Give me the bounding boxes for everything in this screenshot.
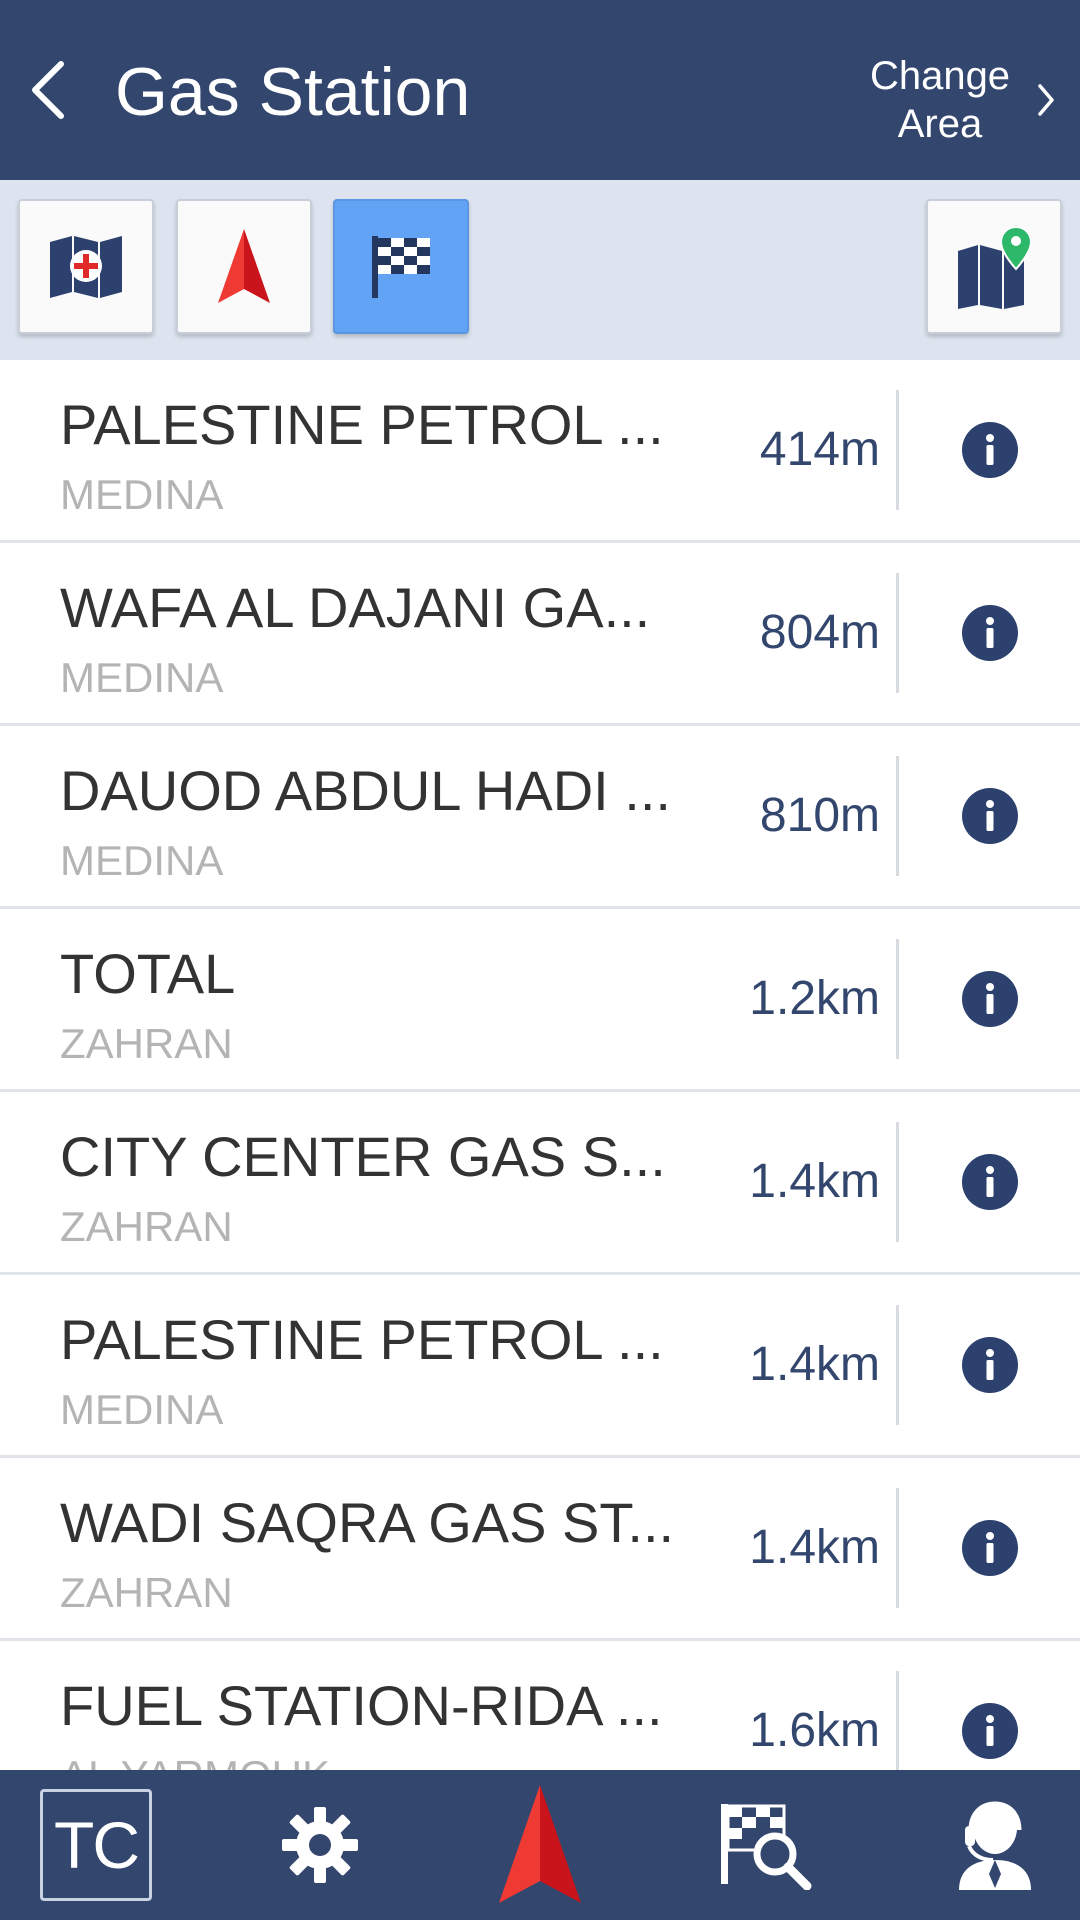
row-divider — [896, 1488, 899, 1608]
chevron-right-icon — [1038, 84, 1054, 116]
info-button[interactable] — [960, 1701, 1020, 1761]
settings-button[interactable] — [270, 1770, 370, 1920]
info-icon — [962, 1703, 1018, 1759]
info-button[interactable] — [960, 603, 1020, 663]
results-list: PALESTINE PETROL ... MEDINA 414m WAFA AL DA… — [0, 360, 1080, 1770]
navigation-arrow-icon — [218, 228, 270, 303]
station-name: PALESTINE PETROL ... — [60, 1308, 664, 1371]
list-item[interactable]: FUEL STATION-RIDA ... AL YARMOUK 1.6km — [0, 1641, 1080, 1770]
station-area: ZAHRAN — [60, 1569, 233, 1616]
checkered-flag-icon — [372, 235, 430, 298]
info-button[interactable] — [960, 969, 1020, 1029]
row-divider — [896, 939, 899, 1059]
tc-icon: TC — [40, 1789, 152, 1901]
list-item[interactable]: CITY CENTER GAS S... ZAHRAN 1.4km — [0, 1092, 1080, 1275]
list-item[interactable]: DAUOD ABDUL HADI ... MEDINA 810m — [0, 726, 1080, 909]
back-button[interactable] — [12, 50, 82, 130]
station-distance: 1.4km — [749, 1338, 880, 1391]
station-name: FUEL STATION-RIDA ... — [60, 1674, 663, 1737]
map-view-button[interactable] — [926, 199, 1062, 334]
navigation-button[interactable] — [490, 1770, 590, 1920]
destination-button[interactable] — [333, 199, 469, 334]
list-item[interactable]: PALESTINE PETROL ... MEDINA 414m — [0, 360, 1080, 543]
toolbar — [0, 180, 1080, 360]
list-item[interactable]: WADI SAQRA GAS ST... ZAHRAN 1.4km — [0, 1458, 1080, 1641]
station-area: AL YARMOUK — [60, 1751, 330, 1770]
row-divider — [896, 573, 899, 693]
traffic-tc-button[interactable]: TC — [40, 1770, 152, 1920]
station-distance: 414m — [759, 423, 880, 476]
page-title: Gas Station — [115, 54, 471, 130]
map-plus-button[interactable] — [18, 199, 154, 334]
chevron-left-icon — [32, 61, 64, 119]
station-name: TOTAL — [60, 942, 236, 1005]
support-button[interactable] — [940, 1770, 1050, 1920]
station-area: ZAHRAN — [60, 1020, 233, 1067]
row-divider — [896, 756, 899, 876]
station-name: PALESTINE PETROL ... — [60, 393, 664, 456]
info-icon — [962, 1337, 1018, 1393]
settings-gear-icon — [282, 1807, 358, 1883]
row-divider — [896, 1122, 899, 1242]
info-button[interactable] — [960, 1152, 1020, 1212]
bottom-nav: TC — [0, 1770, 1080, 1920]
station-name: CITY CENTER GAS S... — [60, 1125, 666, 1188]
station-area: MEDINA — [60, 837, 224, 884]
station-area: ZAHRAN — [60, 1203, 233, 1250]
info-button[interactable] — [960, 420, 1020, 480]
support-agent-icon — [959, 1801, 1031, 1890]
station-area: MEDINA — [60, 654, 224, 701]
station-name: DAUOD ABDUL HADI ... — [60, 759, 671, 822]
list-item[interactable]: TOTAL ZAHRAN 1.2km — [0, 909, 1080, 1092]
navigate-button[interactable] — [176, 199, 312, 334]
station-distance: 1.4km — [749, 1155, 880, 1208]
station-distance: 1.6km — [749, 1704, 880, 1757]
info-icon — [962, 1520, 1018, 1576]
change-area-button[interactable]: Change Area — [860, 50, 1056, 150]
station-distance: 804m — [759, 606, 880, 659]
station-distance: 1.4km — [749, 1521, 880, 1574]
station-area: MEDINA — [60, 1386, 224, 1433]
flag-search-icon — [721, 1804, 812, 1890]
info-icon — [962, 422, 1018, 478]
list-item[interactable]: WAFA AL DAJANI GA... MEDINA 804m — [0, 543, 1080, 726]
info-button[interactable] — [960, 1518, 1020, 1578]
map-pin-icon — [958, 225, 1033, 309]
navigation-arrow-icon — [499, 1785, 581, 1903]
list-item[interactable]: PALESTINE PETROL ... MEDINA 1.4km — [0, 1275, 1080, 1458]
info-icon — [962, 971, 1018, 1027]
station-distance: 1.2km — [749, 972, 880, 1025]
info-button[interactable] — [960, 1335, 1020, 1395]
map-plus-icon — [50, 235, 122, 298]
change-area-label: Change Area — [869, 54, 1011, 146]
info-icon — [962, 605, 1018, 661]
destination-search-button[interactable] — [710, 1770, 820, 1920]
row-divider — [896, 1305, 899, 1425]
station-area: MEDINA — [60, 471, 224, 518]
row-divider — [896, 1671, 899, 1770]
app-header: Gas Station Change Area — [0, 0, 1080, 180]
row-divider — [896, 390, 899, 510]
info-icon — [962, 788, 1018, 844]
station-name: WAFA AL DAJANI GA... — [60, 576, 651, 639]
station-name: WADI SAQRA GAS ST... — [60, 1491, 675, 1554]
info-icon — [962, 1154, 1018, 1210]
station-distance: 810m — [759, 789, 880, 842]
info-button[interactable] — [960, 786, 1020, 846]
